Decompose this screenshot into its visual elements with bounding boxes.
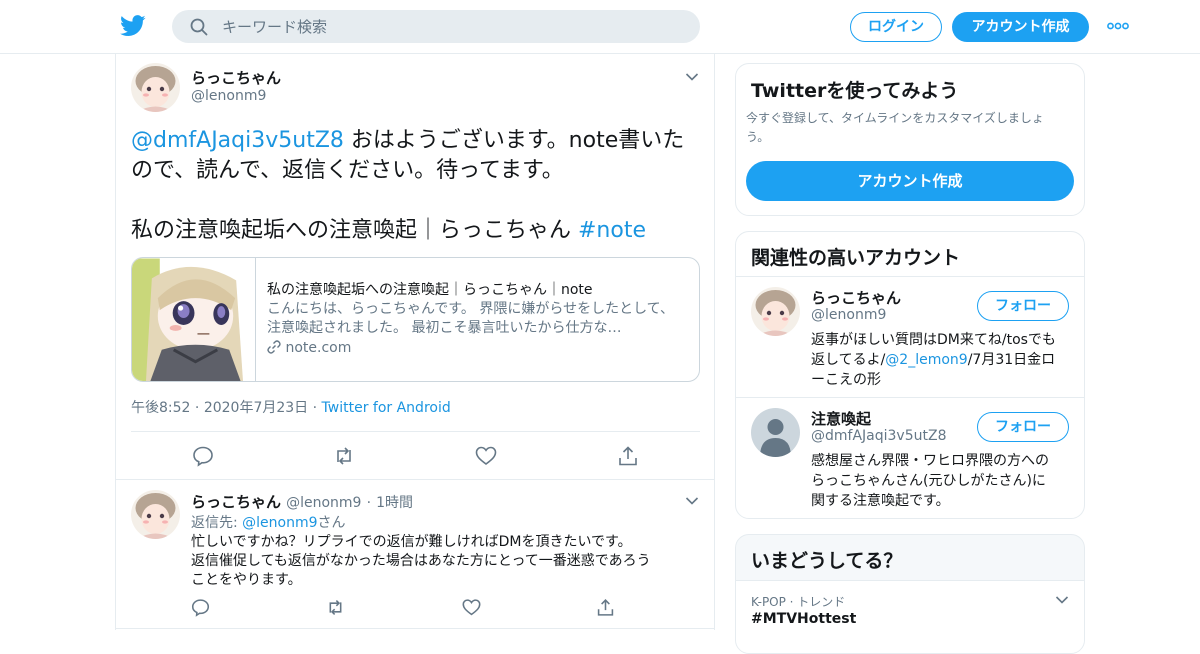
relevant-accounts-module: 関連性の高いアカウント らっこちゃん @lenonm9 フォロー 返事がほしい質… xyxy=(735,231,1085,519)
account-handle[interactable]: @lenonm9 xyxy=(811,307,886,323)
follow-button[interactable]: フォロー xyxy=(977,412,1069,442)
mention-link[interactable]: @dmfAJaqi3v5utZ8 xyxy=(131,128,344,153)
reply-to-link[interactable]: @lenonm9 xyxy=(242,515,317,531)
author-name[interactable]: らっこちゃん xyxy=(191,67,281,88)
reply-to-suffix: さん xyxy=(317,515,346,531)
account-bio: 感想屋さん界隈・ワヒロ界隈の方への らっこちゃんさん(元ひしがたさん)に 関する… xyxy=(811,451,1076,511)
follow-button[interactable]: フォロー xyxy=(977,291,1069,321)
reply-text: 忙しいですかね？リプライでの返信が難しければDMを頂きたいです。 返信催促しても… xyxy=(191,533,651,590)
avatar[interactable] xyxy=(131,63,180,112)
search-input[interactable] xyxy=(222,10,682,43)
account-name[interactable]: らっこちゃん xyxy=(811,287,901,308)
default-profile-icon xyxy=(751,408,800,457)
separator-dot: · xyxy=(312,400,322,416)
avatar-image xyxy=(751,287,800,336)
tweet-source-link[interactable]: Twitter for Android xyxy=(322,400,451,416)
signup-subtitle-line2: う。 xyxy=(746,130,770,144)
separator-dot: · xyxy=(194,400,204,416)
signup-module-button[interactable]: アカウント作成 xyxy=(746,161,1074,201)
main-timeline: らっこちゃん @lenonm9 @dmfAJaqi3v5utZ8 おはようござい… xyxy=(115,54,715,630)
reply-header: らっこちゃん @lenonm9 · 1時間 xyxy=(191,491,413,512)
trend-category: K-POP · トレンド xyxy=(751,595,846,609)
bio-line2-suffix: /7月31日金ロ xyxy=(967,352,1056,368)
card-domain-row: note.com xyxy=(267,340,351,356)
divider xyxy=(116,628,714,629)
tweet-text-line1: おはようございます。note書いた xyxy=(343,128,685,153)
share-icon[interactable] xyxy=(596,598,615,617)
trends-title: いまどうしてる？ xyxy=(751,550,903,572)
tweet-meta: 午後8:52 · 2020年7月23日 · Twitter for Androi… xyxy=(131,397,451,417)
chevron-down-icon[interactable] xyxy=(685,496,699,506)
more-icon[interactable] xyxy=(1107,22,1129,30)
retweet-icon[interactable] xyxy=(326,598,345,617)
card-title[interactable]: 私の注意喚起垢への注意喚起｜らっこちゃん｜note xyxy=(267,279,593,299)
author-handle[interactable]: @lenonm9 xyxy=(286,495,361,511)
bio-line3: ーこえの形 xyxy=(811,372,881,388)
tweet-time[interactable]: 午後8:52 xyxy=(131,400,190,416)
reply-text-line3: ことをやります。 xyxy=(191,572,302,588)
reply-text-line2: 返信催促しても返信がなかった場合はあなた方にとって一番迷惑であろう xyxy=(191,553,651,569)
twitter-bird-icon[interactable] xyxy=(120,14,146,38)
signup-module: Twitterを使ってみよう 今すぐ登録して、タイムラインをカスタマイズしましょ… xyxy=(735,63,1085,216)
account-handle[interactable]: @dmfAJaqi3v5utZ8 xyxy=(811,428,946,444)
tweet-text-line2: ので、読んで、返信ください。待ってます。 xyxy=(131,158,564,183)
separator-dot: · xyxy=(366,495,372,511)
relevant-accounts-title: 関連性の高いアカウント xyxy=(751,247,961,269)
trend-item[interactable]: K-POP · トレンド #MTVHottest xyxy=(736,580,1084,653)
chevron-down-icon[interactable] xyxy=(1055,595,1069,605)
like-icon[interactable] xyxy=(462,598,481,617)
hashtag-link[interactable]: #note xyxy=(578,218,646,243)
share-icon[interactable] xyxy=(617,445,639,467)
author-name[interactable]: らっこちゃん xyxy=(191,493,281,511)
reply-icon[interactable] xyxy=(192,445,214,467)
account-bio: 返事がほしい質問はDM来てね/tosでも 返してるよ/@2_lemon9/7月3… xyxy=(811,330,1076,390)
tweet-time-ago[interactable]: 1時間 xyxy=(376,495,413,511)
signup-button[interactable]: アカウント作成 xyxy=(952,12,1089,42)
account-name[interactable]: 注意喚起 xyxy=(811,408,871,429)
login-button[interactable]: ログイン xyxy=(850,12,942,42)
link-icon xyxy=(267,340,281,354)
card-thumbnail xyxy=(132,258,256,381)
trends-module: いまどうしてる？ K-POP · トレンド #MTVHottest xyxy=(735,534,1085,654)
bio-line1: 返事がほしい質問はDM来てね/tosでも xyxy=(811,332,1056,348)
tweet-text: @dmfAJaqi3v5utZ8 おはようございます。note書いた ので、読ん… xyxy=(131,126,701,246)
chevron-down-icon[interactable] xyxy=(685,72,699,82)
bio-line1: 感想屋さん界隈・ワヒロ界隈の方への xyxy=(811,453,1049,469)
top-bar: ログイン アカウント作成 xyxy=(0,0,1200,54)
bio-line2-prefix: 返してるよ/ xyxy=(811,352,886,368)
trend-name[interactable]: #MTVHottest xyxy=(751,611,856,627)
avatar[interactable] xyxy=(751,287,800,336)
divider xyxy=(131,431,700,432)
link-card[interactable]: 私の注意喚起垢への注意喚起｜らっこちゃん｜note こんにちは、らっこちゃんです… xyxy=(131,257,700,382)
reply-icon[interactable] xyxy=(191,598,210,617)
divider xyxy=(736,276,1084,277)
card-description: こんにちは、らっこちゃんです。 界隈に嫌がらせをしたとして、注意喚起されました。… xyxy=(267,301,674,336)
reply-text-line1: 忙しいですかね？リプライでの返信が難しければDMを頂きたいです。 xyxy=(191,534,632,550)
tweet-text-line3: 私の注意喚起垢への注意喚起｜らっこちゃん xyxy=(131,218,578,243)
author-handle[interactable]: @lenonm9 xyxy=(191,88,266,104)
bio-line3: 関する注意喚起です。 xyxy=(811,493,950,509)
reply-to-prefix: 返信先: xyxy=(191,515,243,531)
search-bar[interactable] xyxy=(172,10,700,43)
bio-line2: らっこちゃんさん(元ひしがたさん)に xyxy=(811,473,1046,489)
avatar-image xyxy=(131,490,180,539)
avatar-image xyxy=(131,63,180,112)
search-icon xyxy=(190,18,208,36)
avatar[interactable] xyxy=(131,490,180,539)
retweet-icon[interactable] xyxy=(333,445,355,467)
divider xyxy=(736,397,1084,398)
divider xyxy=(116,479,714,480)
like-icon[interactable] xyxy=(475,445,497,467)
card-domain: note.com xyxy=(285,340,352,356)
signup-module-title: Twitterを使ってみよう xyxy=(751,80,959,102)
reply-to-line: 返信先: @lenonm9さん xyxy=(191,512,346,532)
signup-module-subtitle: 今すぐ登録して、タイムラインをカスタマイズしましょ う。 xyxy=(746,109,1044,147)
avatar[interactable] xyxy=(751,408,800,457)
signup-subtitle-line1: 今すぐ登録して、タイムラインをカスタマイズしましょ xyxy=(746,111,1044,125)
tweet-date[interactable]: 2020年7月23日 xyxy=(204,400,308,416)
bio-mention-link[interactable]: @2_lemon9 xyxy=(885,352,967,368)
